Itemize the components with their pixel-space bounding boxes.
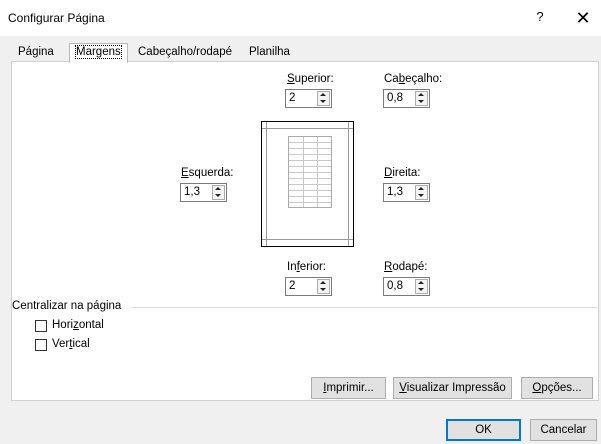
decrement-arrow-icon[interactable] [318,99,329,105]
rodape-value[interactable]: 0,8 [387,280,403,292]
horizontal-checkbox[interactable] [35,320,47,332]
rodape-spinner[interactable]: 0,8 [383,277,430,296]
increment-arrow-icon[interactable] [416,186,427,192]
dialog-title: Configurar Página [8,11,105,25]
decrement-arrow-icon[interactable] [416,193,427,199]
tab-label: Planilha [249,46,290,58]
decrement-arrow-icon[interactable] [416,99,427,105]
right-margin-line [348,122,349,246]
esquerda-value[interactable]: 1,3 [184,186,200,198]
page-preview-image [261,121,354,247]
footer-margin-line [262,239,353,240]
superior-label: Superior: [287,73,334,85]
header-margin-line [262,128,353,129]
spinner-buttons [415,91,428,106]
vertical-label[interactable]: Vertical [52,338,90,350]
ok-button[interactable]: OK [446,419,521,441]
cancel-button[interactable]: Cancelar [530,419,597,441]
direita-spinner[interactable]: 1,3 [383,183,430,202]
close-button[interactable]: ✕ [570,7,596,29]
increment-arrow-icon[interactable] [416,280,427,286]
left-margin-line [266,122,267,246]
tab-pagina[interactable]: Página [12,44,60,62]
spinner-buttons [415,185,428,200]
spinner-buttons [317,279,330,294]
decrement-arrow-icon[interactable] [416,287,427,293]
superior-spinner[interactable]: 2 [285,89,332,108]
cabecalho-spinner[interactable]: 0,8 [383,89,430,108]
center-on-page-title: Centralizar na página [12,300,122,312]
preview-grid [288,136,332,208]
visualizar-impressao-button[interactable]: Visualizar Impressão [393,377,512,399]
rodape-label: Rodapé: [384,261,428,273]
tab-label: Cabeçalho/rodapé [138,46,232,58]
esquerda-label: Esquerda: [181,167,234,179]
spinner-buttons [317,91,330,106]
horizontal-label[interactable]: Horizontal [52,319,104,331]
spinner-buttons [212,185,225,200]
tab-planilha[interactable]: Planilha [243,44,296,62]
decrement-arrow-icon[interactable] [318,287,329,293]
tab-margens[interactable]: Margens [69,43,128,63]
help-button[interactable]: ? [528,9,552,29]
cabecalho-value[interactable]: 0,8 [387,92,403,104]
section-divider [132,307,597,308]
esquerda-spinner[interactable]: 1,3 [180,183,227,202]
tab-label: Margens [75,45,122,59]
increment-arrow-icon[interactable] [213,186,224,192]
inferior-label: Inferior: [287,261,326,273]
page-setup-dialog: Configurar Página ? ✕ Página Margens Cab… [0,0,601,444]
opcoes-button[interactable]: Opções... [521,377,593,399]
tab-label: Página [18,46,54,58]
superior-value[interactable]: 2 [289,92,295,104]
margins-panel: Superior: 2 Cabeçalho: 0,8 Esquerda: 1,3 [11,61,599,401]
increment-arrow-icon[interactable] [318,280,329,286]
spinner-buttons [415,279,428,294]
vertical-checkbox[interactable] [35,339,47,351]
title-bar: Configurar Página ? ✕ [0,0,601,36]
inferior-spinner[interactable]: 2 [285,277,332,296]
imprimir-button[interactable]: Imprimir... [311,377,386,399]
increment-arrow-icon[interactable] [318,92,329,98]
decrement-arrow-icon[interactable] [213,193,224,199]
cabecalho-label: Cabeçalho: [384,73,443,85]
inferior-value[interactable]: 2 [289,280,295,292]
direita-label: Direita: [384,167,421,179]
direita-value[interactable]: 1,3 [387,186,403,198]
increment-arrow-icon[interactable] [416,92,427,98]
tab-cabecalho-rodape[interactable]: Cabeçalho/rodapé [132,44,238,62]
